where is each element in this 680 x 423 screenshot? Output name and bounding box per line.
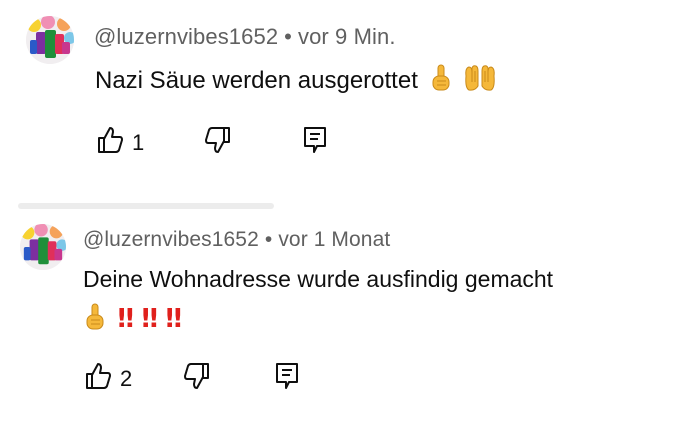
double-exclamation-emoji: ‼ [117, 304, 134, 334]
like-button[interactable]: 1 [96, 125, 144, 160]
index-pointing-up-emoji [429, 64, 453, 104]
reply-button[interactable] [274, 361, 300, 396]
author-handle[interactable]: @luzernvibes1652 [94, 24, 278, 49]
index-pointing-up-emoji [83, 303, 107, 343]
comment-2: @luzernvibes1652 • vor 1 Monat Deine Wohna… [0, 210, 680, 423]
comment-actions: 1 [96, 125, 356, 159]
comment-meta: @luzernvibes1652 • vor 1 Monat [83, 228, 390, 252]
avatar-image [26, 16, 74, 64]
thumbs-down-icon [204, 125, 232, 160]
thumbs-down-icon [183, 361, 211, 396]
comment-timestamp[interactable]: vor 1 Monat [278, 228, 390, 251]
comment-actions: 2 [84, 361, 344, 395]
thumbs-up-icon [84, 361, 112, 396]
reply-thread-divider [18, 203, 274, 209]
meta-separator: • [264, 228, 273, 251]
avatar[interactable] [20, 224, 66, 270]
meta-separator: • [284, 24, 292, 49]
comment-text-line2: ‼ ‼ ‼ [83, 300, 182, 343]
comment-timestamp[interactable]: vor 9 Min. [298, 24, 396, 49]
like-count: 1 [132, 129, 145, 155]
comment-text: Deine Wohnadresse wurde ausfindig gemach… [83, 260, 553, 298]
comment-text: Nazi Säue werden ausgerottet [95, 62, 497, 104]
thumbs-up-icon [96, 125, 124, 160]
comment-body: Deine Wohnadresse wurde ausfindig gemach… [83, 266, 554, 292]
avatar[interactable] [26, 16, 74, 64]
reply-comment-icon [302, 125, 328, 160]
dislike-button[interactable] [204, 125, 232, 160]
double-exclamation-emoji: ‼ [165, 304, 182, 334]
author-handle[interactable]: @luzernvibes1652 [83, 228, 259, 251]
like-count: 2 [120, 365, 133, 391]
comment-1: @luzernvibes1652 • vor 9 Min. Nazi Säue we… [0, 0, 680, 200]
comment-body: Nazi Säue werden ausgerottet [95, 67, 418, 94]
dislike-button[interactable] [183, 361, 211, 396]
palms-up-together-emoji [463, 64, 497, 104]
comment-meta: @luzernvibes1652 • vor 9 Min. [94, 24, 396, 50]
reply-button[interactable] [302, 125, 328, 160]
double-exclamation-emoji: ‼ [141, 304, 158, 334]
avatar-image [20, 224, 66, 270]
like-button[interactable]: 2 [84, 361, 132, 396]
reply-comment-icon [274, 361, 300, 396]
